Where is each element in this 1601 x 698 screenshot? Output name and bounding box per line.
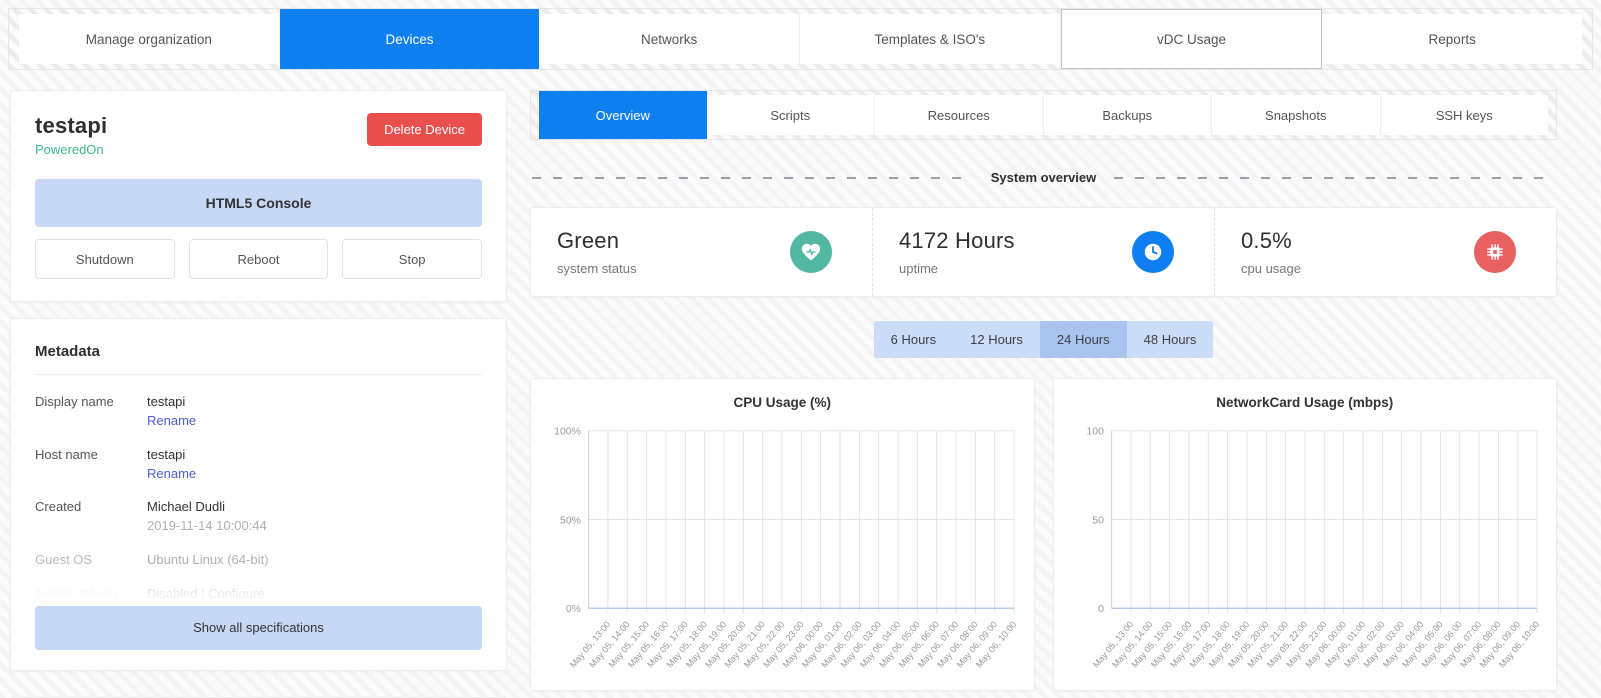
nav-tab-manage-organization[interactable]: Manage organization xyxy=(19,14,280,64)
metadata-value: Michael Dudli 2019-11-14 10:00:44 xyxy=(147,498,267,536)
metadata-card: Metadata Display name testapi Rename Host n… xyxy=(10,318,507,671)
nav-tab-devices[interactable]: Devices xyxy=(279,9,540,69)
detail-tab-resources[interactable]: Resources xyxy=(875,95,1044,135)
time-option-6-hours[interactable]: 6 Hours xyxy=(874,321,954,358)
stat-label: system status xyxy=(557,261,637,276)
svg-text:0: 0 xyxy=(1098,604,1104,615)
metadata-label: Host name xyxy=(35,446,98,462)
stop-button[interactable]: Stop xyxy=(342,239,483,279)
rename-link[interactable]: Rename xyxy=(147,465,196,484)
nav-tab-networks[interactable]: Networks xyxy=(539,14,801,64)
divider-line-right xyxy=(1114,176,1556,179)
metadata-value: testapi Rename xyxy=(147,446,196,484)
device-identity: testapi PoweredOn xyxy=(35,113,107,157)
chart-plot: 050100May 05, 13:00May 05, 14:00May 05, … xyxy=(1086,427,1541,670)
svg-text:50: 50 xyxy=(1092,515,1104,526)
metadata-row-display-name: Display name testapi Rename xyxy=(35,393,482,431)
metadata-rows: Display name testapi Rename Host name testap… xyxy=(35,393,482,604)
time-option-12-hours[interactable]: 12 Hours xyxy=(953,321,1040,358)
device-name: testapi xyxy=(35,113,108,138)
stat-text: 0.5% cpu usage xyxy=(1241,228,1301,276)
metadata-row-autoshutdown: Autoshutdown Disabled | Configure xyxy=(35,584,482,604)
stat-label: cpu usage xyxy=(1241,261,1301,276)
metadata-value-line: 2019-11-14 10:00:44 xyxy=(147,518,267,534)
metadata-value-line: Ubuntu Linux (64-bit) xyxy=(147,552,269,568)
stat-value: 4172 Hours xyxy=(899,228,1015,253)
section-title: System overview xyxy=(990,170,1097,185)
metadata-title: Metadata xyxy=(35,343,482,375)
metadata-row-host-name: Host name testapi Rename xyxy=(35,446,482,484)
html5-console-button[interactable]: HTML5 Console xyxy=(35,179,482,227)
nav-tab-vdc-usage[interactable]: vDC Usage xyxy=(1060,9,1323,69)
metadata-row-guest-os: Guest OS Ubuntu Linux (64-bit) xyxy=(35,551,482,570)
device-card: testapi PoweredOn Delete Device HTML5 Co… xyxy=(10,90,507,302)
networkcard-usage-mbps-chart: NetworkCard Usage (mbps) 0 50 100 May 05, 13… xyxy=(1052,378,1557,691)
clock-icon xyxy=(1132,231,1174,273)
detail-tabs-row: Overview Scripts Resources Backups Snapshots… xyxy=(539,91,1548,139)
stat-value: 0.5% xyxy=(1241,228,1292,253)
stat-text: 4172 Hours uptime xyxy=(899,228,1015,276)
metadata-value-line: Michael Dudli xyxy=(147,499,226,515)
shutdown-button[interactable]: Shutdown xyxy=(35,239,175,279)
metadata-value-line: testapi xyxy=(147,394,186,409)
chart-plot: 0%50%100%May 05, 13:00May 05, 14:00May 0… xyxy=(554,427,1018,670)
chart-title: CPU Usage (%) xyxy=(733,395,832,410)
reboot-button[interactable]: Reboot xyxy=(188,239,329,279)
metadata-value: Disabled | Configure xyxy=(147,585,265,604)
heart-pulse-icon xyxy=(790,231,832,273)
power-buttons: Shutdown Reboot Stop xyxy=(35,239,483,279)
time-range-group: 6 Hours 12 Hours 24 Hours 48 Hours xyxy=(873,321,1214,358)
time-range: 6 Hours 12 Hours 24 Hours 48 Hours xyxy=(530,321,1557,358)
divider-line-left xyxy=(532,176,973,179)
stat-system-status: Green system status xyxy=(531,208,872,296)
metadata-value-line: Disabled | Configure xyxy=(147,585,265,601)
stat-text: Green system status xyxy=(557,228,636,276)
stat-value: Green xyxy=(557,228,620,253)
detail-tab-overview[interactable]: Overview xyxy=(539,91,707,139)
svg-text:0%: 0% xyxy=(566,604,581,615)
nav-tab-templates-iso-s[interactable]: Templates & ISO's xyxy=(800,14,1061,64)
stat-label: uptime xyxy=(899,261,939,276)
device-status: PoweredOn xyxy=(35,142,104,157)
delete-device-button[interactable]: Delete Device xyxy=(367,113,482,146)
detail-tab-scripts[interactable]: Scripts xyxy=(706,95,875,135)
device-detail-tabs: Overview Scripts Resources Backups Snapshots… xyxy=(530,90,1557,140)
metadata-label: Created xyxy=(35,499,82,515)
svg-text:100: 100 xyxy=(1086,427,1104,438)
metadata-label: Autoshutdown xyxy=(35,585,118,601)
device-header: testapi PoweredOn Delete Device xyxy=(35,113,482,157)
section-divider: System overview xyxy=(532,170,1556,185)
top-nav: Manage organization Devices Networks Templa… xyxy=(8,8,1593,70)
chart-title: NetworkCard Usage (mbps) xyxy=(1216,395,1394,410)
detail-tab-ssh-keys[interactable]: SSH keys xyxy=(1380,95,1548,135)
show-all-specifications-button[interactable]: Show all specifications xyxy=(35,605,482,650)
main-content: testapi PoweredOn Delete Device HTML5 Co… xyxy=(0,78,1601,698)
stats-row: Green system status 4172 Hours uptime 0.5% cp… xyxy=(530,207,1557,297)
metadata-value: Ubuntu Linux (64-bit) xyxy=(147,551,268,570)
charts-row: CPU Usage (%) 0% 50% 100% May 05, 13:00 May 0… xyxy=(530,378,1557,691)
nav-tab-reports[interactable]: Reports xyxy=(1322,14,1583,64)
stat-cpu-usage: 0.5% cpu usage xyxy=(1214,208,1556,296)
rename-link[interactable]: Rename xyxy=(147,412,196,431)
detail-tab-snapshots[interactable]: Snapshots xyxy=(1212,95,1381,135)
right-column: Overview Scripts Resources Backups Snapshots… xyxy=(530,90,1557,691)
metadata-value: testapi Rename xyxy=(147,393,196,431)
stat-uptime: 4172 Hours uptime xyxy=(872,208,1214,296)
metadata-row-created: Created Michael Dudli 2019-11-14 10:00:44 xyxy=(35,498,482,536)
cpu-usage-chart: CPU Usage (%) 0% 50% 100% May 05, 13:00 May 0… xyxy=(530,378,1035,691)
svg-text:50%: 50% xyxy=(560,515,581,526)
top-nav-tabs: Manage organization Devices Networks Templa… xyxy=(19,9,1583,69)
time-option-48-hours[interactable]: 48 Hours xyxy=(1127,321,1214,358)
left-column: testapi PoweredOn Delete Device HTML5 Co… xyxy=(10,90,507,698)
page: Manage organization Devices Networks Templa… xyxy=(0,8,1601,698)
metadata-label: Display name xyxy=(35,394,114,409)
metadata-value-line: testapi xyxy=(147,446,186,462)
metadata-label: Guest OS xyxy=(35,552,93,568)
svg-text:100%: 100% xyxy=(554,427,581,438)
cpu-icon xyxy=(1474,231,1516,273)
time-option-24-hours[interactable]: 24 Hours xyxy=(1039,321,1127,358)
detail-tab-backups[interactable]: Backups xyxy=(1043,95,1212,135)
